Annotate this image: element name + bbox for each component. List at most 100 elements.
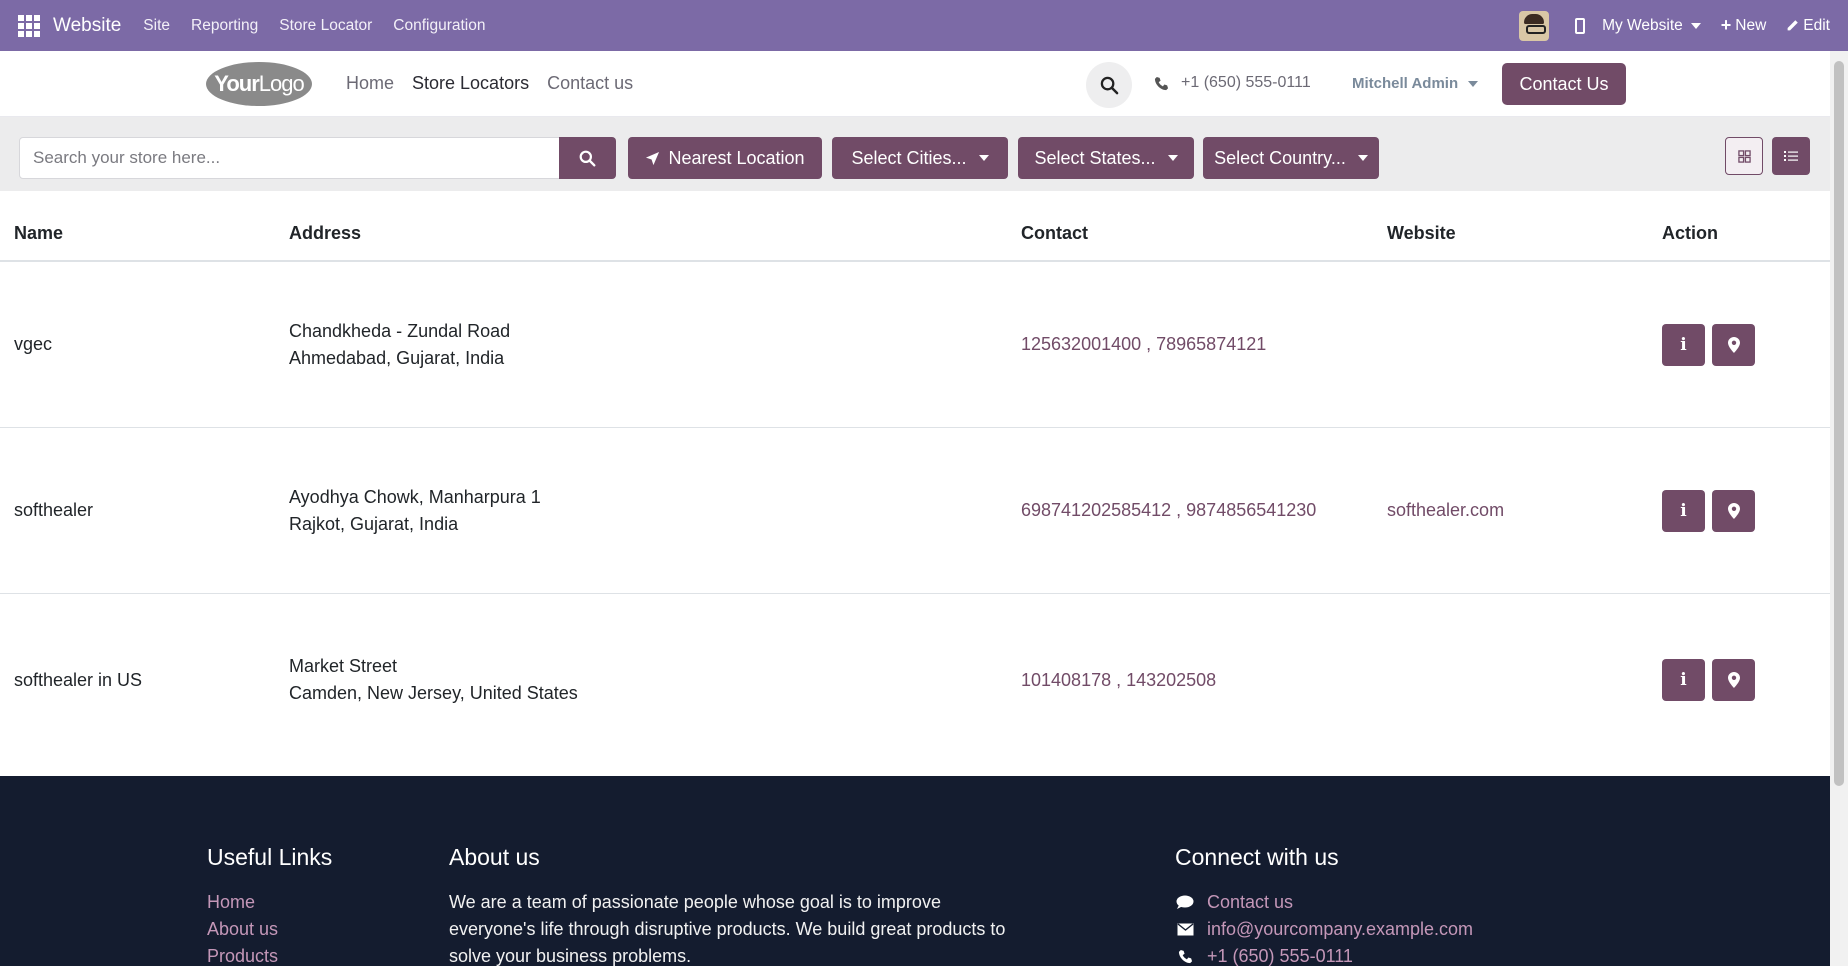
logo-text-bold: Your [214,71,259,96]
admin-bar-right: My Website + New Edit [1519,0,1848,51]
info-icon: i [1680,334,1687,355]
footer-email-link[interactable]: info@yourcompany.example.com [1175,916,1473,943]
header-phone[interactable]: +1 (650) 555-0111 [1154,74,1311,92]
nav-store-locators[interactable]: Store Locators [412,73,529,94]
nearest-location-button[interactable]: Nearest Location [628,137,822,179]
site-footer: Useful Links Home About us Products Abou… [0,776,1830,966]
footer-about: About us We are a team of passionate peo… [449,844,1029,966]
comment-icon [1176,895,1194,909]
envelope-icon [1177,923,1193,936]
search-icon [579,150,596,166]
store-actions: i [1662,428,1755,593]
nav-contact-us[interactable]: Contact us [547,73,633,94]
store-address: Ayodhya Chowk, Manharpura 1 Rajkot, Guja… [289,428,541,593]
chevron-down-icon [978,155,989,161]
mobile-preview-icon[interactable] [1575,17,1586,34]
website-selector-label: My Website [1602,16,1683,34]
new-label: New [1735,16,1767,34]
menu-site[interactable]: Site [143,17,170,35]
list-view-button[interactable] [1772,137,1810,175]
select-states-dropdown[interactable]: Select States... [1018,137,1194,179]
column-header-website: Website [1387,223,1456,243]
about-title: About us [449,844,540,870]
table-row: softhealer Ayodhya Chowk, Manharpura 1 R… [0,428,1830,594]
store-map-button[interactable] [1712,323,1755,366]
store-actions: i [1662,594,1755,766]
footer-phone-link[interactable]: +1 (650) 555-0111 [1175,943,1473,966]
about-text: We are a team of passionate people whose… [449,892,1006,966]
store-contact[interactable]: 698741202585412 , 9874856541230 [1021,428,1316,593]
footer-contact-link[interactable]: Contact us [1175,889,1473,916]
new-button[interactable]: + New [1721,15,1767,36]
store-contact[interactable]: 125632001400 , 78965874121 [1021,262,1266,427]
table-row: softhealer in US Market Street Camden, N… [0,594,1830,766]
footer-connect: Connect with us Contact us info@yourcomp… [1175,844,1473,966]
chevron-down-icon [1167,155,1178,161]
header-search-button[interactable] [1086,62,1132,108]
store-info-button[interactable]: i [1662,659,1705,701]
store-search-button[interactable] [559,137,616,179]
select-cities-label: Select Cities... [851,147,967,168]
footer-link-products[interactable]: Products [207,943,332,966]
edit-button[interactable]: Edit [1786,17,1830,35]
column-header-address: Address [289,223,362,243]
company-logo[interactable]: Your Logo [206,62,312,106]
grid-view-button[interactable] [1725,137,1763,175]
info-icon: i [1680,670,1687,690]
phone-icon [1154,76,1169,90]
footer-contact-label: Contact us [1207,892,1294,912]
footer-phone: +1 (650) 555-0111 [1207,946,1353,966]
store-address: Chandkheda - Zundal Road Ahmedabad, Guja… [289,262,510,427]
footer-email: info@yourcompany.example.com [1207,919,1474,939]
select-cities-dropdown[interactable]: Select Cities... [832,137,1008,179]
store-map-button[interactable] [1712,659,1755,701]
address-line-1: Chandkheda - Zundal Road [289,320,511,341]
contact-us-button[interactable]: Contact Us [1502,63,1626,105]
pencil-icon [1787,20,1799,31]
list-icon [1784,151,1798,161]
website-header: Your Logo Home Store Locators Contact us … [0,51,1830,117]
user-menu-dropdown[interactable]: Mitchell Admin [1352,75,1479,92]
store-search-input[interactable]: Search your store here... [19,137,560,179]
location-arrow-icon [646,151,660,165]
nav-home[interactable]: Home [346,73,394,94]
store-name: softhealer in US [14,669,143,690]
column-header-contact: Contact [1021,223,1088,243]
app-brand[interactable]: Website [53,15,121,37]
footer-link-about-us[interactable]: About us [207,916,332,943]
store-map-button[interactable] [1712,489,1755,532]
connect-title: Connect with us [1175,844,1339,870]
column-header-action: Action [1662,223,1718,243]
footer-link-home[interactable]: Home [207,889,332,916]
store-info-button[interactable]: i [1662,489,1705,532]
select-country-dropdown[interactable]: Select Country... [1203,137,1379,179]
store-info-button[interactable]: i [1662,323,1705,366]
user-avatar[interactable] [1519,10,1550,41]
plus-icon: + [1720,15,1732,35]
table-row: vgec Chandkheda - Zundal Road Ahmedabad,… [0,262,1830,428]
page-scrollbar[interactable] [1830,51,1848,966]
column-header-name: Name [14,223,64,243]
menu-configuration[interactable]: Configuration [393,17,485,35]
menu-reporting[interactable]: Reporting [191,17,258,35]
edit-label: Edit [1803,16,1830,34]
user-name: Mitchell Admin [1352,75,1459,92]
map-marker-icon [1727,672,1740,688]
apps-grid-icon[interactable] [18,14,40,37]
address-line-1: Ayodhya Chowk, Manharpura 1 [289,486,541,507]
map-marker-icon [1727,336,1740,353]
chevron-down-icon [1357,155,1368,161]
store-contact[interactable]: 101408178 , 143202508 [1021,594,1216,766]
header-phone-number: +1 (650) 555-0111 [1181,74,1311,91]
footer-useful-links: Useful Links Home About us Products [207,844,332,966]
admin-top-bar: Website Site Reporting Store Locator Con… [0,0,1848,51]
store-name: softhealer [14,500,94,520]
search-icon [1100,76,1118,94]
useful-links-title: Useful Links [207,844,333,870]
store-website[interactable]: softhealer.com [1387,428,1504,593]
select-country-label: Select Country... [1214,147,1346,168]
menu-store-locator[interactable]: Store Locator [279,17,372,35]
scrollbar-thumb[interactable] [1834,61,1844,786]
store-filter-toolbar: Search your store here... Nearest Locati… [0,117,1830,191]
website-selector[interactable]: My Website [1602,17,1701,35]
